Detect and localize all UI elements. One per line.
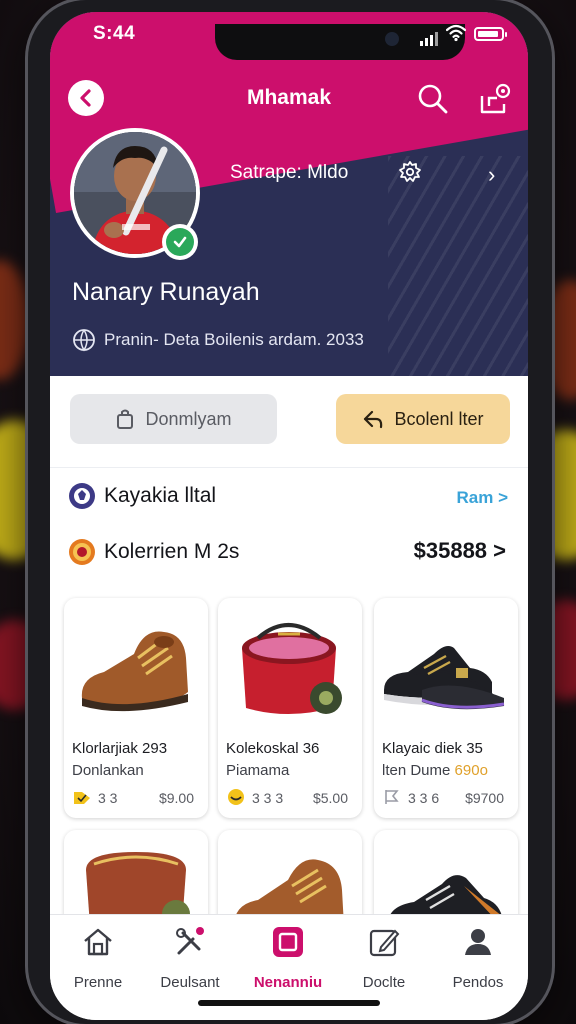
- status-time: S:44: [93, 23, 136, 44]
- product-sub-text: lten Dume: [382, 762, 455, 779]
- chevron-right-icon[interactable]: ›: [488, 162, 495, 188]
- tab-square[interactable]: Nenanniu: [240, 925, 336, 991]
- product-sub: Piamama: [226, 762, 290, 779]
- primary-button[interactable]: Bcolenl lter: [336, 394, 510, 444]
- product-sub: lten Dume 690o: [382, 762, 488, 779]
- profile-subline: Satrape: Mldo: [230, 162, 349, 183]
- list-row-kolerrien[interactable]: Kolerrien M 2s $35888 >: [50, 526, 528, 580]
- home-indicator[interactable]: [198, 1000, 380, 1006]
- tools-icon: [176, 927, 204, 955]
- bag-image: [242, 623, 342, 714]
- product-sub-accent: 690o: [454, 762, 488, 779]
- square-icon: [273, 927, 303, 957]
- tab-tools[interactable]: Deulsant: [142, 925, 238, 991]
- settings-icon[interactable]: [398, 160, 422, 184]
- page-title: Mhamak: [246, 86, 332, 109]
- product-price: $9.00: [158, 790, 194, 806]
- tab-label: Deulsant: [160, 974, 220, 991]
- medal-icon: [69, 539, 95, 565]
- player-name: Nanary Runayah: [72, 278, 260, 306]
- secondary-button-label: Donmlyam: [145, 408, 232, 429]
- reply-icon: [364, 410, 383, 429]
- product-sub: Donlankan: [72, 762, 144, 779]
- row2-value[interactable]: $35888 >: [414, 538, 506, 564]
- product-card[interactable]: Klorlarjiak 293 Donlankan 3 3 $9.00: [64, 598, 208, 818]
- product-title: Klorlarjiak 293: [72, 740, 168, 757]
- product-title: Kolekoskal 36: [226, 740, 320, 757]
- list-row-kayakia[interactable]: Kayakia lltal Ram >: [50, 470, 528, 524]
- share-icon[interactable]: [478, 82, 512, 116]
- row1-link[interactable]: Ram >: [457, 488, 509, 508]
- edit-icon: [369, 929, 400, 957]
- product-count: 3 3 3: [252, 790, 284, 806]
- tab-label: Prenne: [73, 974, 123, 991]
- app-screen: S:44 Mhamak Satrape: Mldo › Nanary Runay…: [50, 12, 528, 1020]
- bag-icon: [117, 409, 134, 429]
- product-count: 3 3 6: [408, 790, 440, 806]
- search-icon[interactable]: [416, 82, 450, 116]
- row2-label: Kolerrien M 2s: [104, 540, 240, 563]
- tab-edit[interactable]: Doclte: [336, 925, 432, 991]
- primary-button-label: Bcolenl lter: [394, 408, 484, 429]
- status-bar: S:44: [50, 12, 528, 56]
- badge-icon: [228, 789, 244, 805]
- home-icon: [84, 928, 112, 956]
- product-price: $9700: [465, 790, 504, 806]
- sneaker-image: [384, 646, 505, 710]
- action-bar: Donmlyam Bcolenl lter: [50, 376, 528, 468]
- tab-label: Pendos: [452, 974, 504, 991]
- product-card[interactable]: Kolekoskal 36 Piamama 3 3 3 $5.00: [218, 598, 362, 818]
- tag-icon: [74, 792, 90, 804]
- row1-label: Kayakia lltal: [104, 484, 217, 507]
- player-meta: Pranin- Deta Boilenis ardam. 2033: [72, 328, 364, 352]
- flag-icon: [385, 790, 399, 804]
- secondary-button[interactable]: Donmlyam: [70, 394, 277, 444]
- product-price: $5.00: [312, 790, 348, 806]
- product-count: 3 3: [98, 790, 118, 806]
- boot-image: [81, 631, 188, 712]
- globe-icon: [73, 329, 95, 352]
- tab-home[interactable]: Prenne: [50, 925, 146, 991]
- signal-icon: [420, 28, 440, 46]
- battery-icon: [474, 27, 507, 41]
- player-meta-text: Pranin- Deta Boilenis ardam. 2033: [104, 330, 364, 349]
- ball-icon: [69, 483, 95, 509]
- tab-label: Doclte: [362, 974, 406, 991]
- user-icon: [465, 929, 491, 955]
- verified-badge-icon: [162, 224, 198, 260]
- tab-profile[interactable]: Pendos: [430, 925, 526, 991]
- product-title: Klayaic diek 35: [382, 740, 483, 757]
- tab-label: Nenanniu: [253, 974, 323, 991]
- product-card[interactable]: Klayaic diek 35 lten Dume 690o 3 3 6 $97…: [374, 598, 518, 818]
- wifi-icon: [446, 24, 466, 42]
- top-nav: Mhamak: [50, 70, 528, 126]
